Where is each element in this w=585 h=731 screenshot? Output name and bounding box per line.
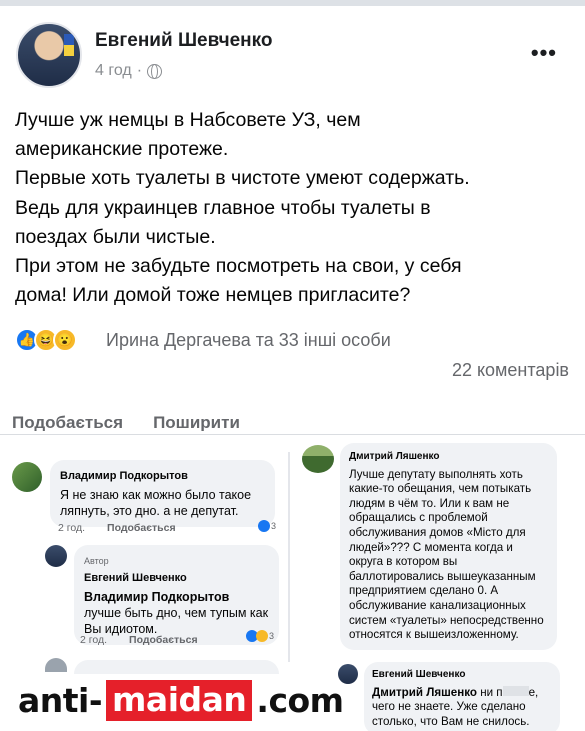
comment-meta: 2 год. Подобається bbox=[58, 522, 176, 534]
post-line: поездах были чистые. bbox=[15, 225, 216, 248]
comment-author[interactable]: Евгений Шевченко bbox=[372, 668, 552, 683]
share-button[interactable]: Поширити bbox=[153, 413, 240, 431]
comment-like-button[interactable]: Подобається bbox=[107, 522, 176, 534]
post-line: американские протеже. bbox=[15, 138, 229, 161]
comment-author[interactable]: Дмитрий Ляшенко bbox=[349, 450, 548, 465]
commenter-avatar[interactable] bbox=[45, 658, 67, 672]
commenter-avatar[interactable] bbox=[302, 445, 334, 473]
commenter-avatar[interactable] bbox=[12, 462, 42, 492]
watermark-logo: anti-maidan .com bbox=[14, 676, 348, 724]
comment-mention[interactable]: Дмитрий Ляшенко bbox=[372, 686, 477, 699]
comment-time[interactable]: 2 год. bbox=[80, 634, 107, 646]
reply-bubble: Евгений Шевченко Дмитрий Ляшенко ни п е, … bbox=[364, 662, 560, 731]
comment-text: Я не знаю как можно было такое ляпнуть, … bbox=[60, 488, 252, 518]
comment-mention[interactable]: Владимир Подкорытов bbox=[84, 590, 229, 604]
post-author[interactable]: Евгений Шевченко bbox=[95, 30, 273, 52]
post-meta: 4 год · bbox=[95, 62, 163, 80]
divider bbox=[0, 434, 585, 435]
post-line: дома! Или домой тоже немцев пригласите? bbox=[15, 284, 411, 307]
like-reaction-icon bbox=[258, 520, 270, 532]
post-time[interactable]: 4 год bbox=[95, 62, 132, 80]
post-line: При этом не забудьте посмотреть на свои,… bbox=[15, 255, 462, 278]
comment-bubble: Владимир Подкорытов Я не знаю как можно … bbox=[50, 460, 275, 527]
comment-author[interactable]: Евгений Шевченко bbox=[84, 570, 269, 586]
angry-reaction-icon bbox=[256, 630, 268, 642]
comment-bubble: Дмитрий Ляшенко Лучше депутату выполнять… bbox=[340, 443, 557, 650]
comment-like-button[interactable]: Подобається bbox=[129, 634, 198, 646]
comment-time[interactable]: 2 год. bbox=[58, 522, 85, 534]
flag-pin bbox=[64, 34, 74, 56]
comment-meta: 2 год. Подобається bbox=[80, 634, 198, 646]
reactions-summary[interactable]: Ирина Дергачева та 33 інші особи bbox=[106, 330, 391, 351]
action-bar: Подобається Поширити bbox=[12, 413, 240, 431]
comment-bubble-cut bbox=[74, 660, 279, 674]
post-line: Лучше уж немцы в Набсовете УЗ, чем bbox=[15, 109, 361, 131]
author-reply-avatar[interactable] bbox=[45, 545, 67, 567]
comment-author[interactable]: Владимир Подкорытов bbox=[60, 468, 265, 484]
like-button[interactable]: Подобається bbox=[12, 413, 123, 431]
comment-text: Лучше депутату выполнять хоть какие-то о… bbox=[349, 467, 544, 642]
comment-text: лучше быть дно, чем тупым как Вы идиотом… bbox=[84, 606, 269, 636]
comments-count[interactable]: 22 коментарів bbox=[452, 360, 569, 381]
column-divider bbox=[288, 452, 290, 662]
reaction-icons[interactable]: 👍 😆 😮 bbox=[15, 328, 77, 352]
wow-reaction-icon: 😮 bbox=[53, 328, 77, 352]
redacted-area bbox=[502, 685, 529, 696]
globe-icon bbox=[147, 63, 163, 79]
more-options-button[interactable]: ••• bbox=[531, 40, 557, 66]
author-badge: Автор bbox=[84, 556, 109, 566]
post-line: Ведь для украинцев главное чтобы туалеты… bbox=[15, 196, 431, 219]
post-line: Первые хоть туалеты в чистоте умеют соде… bbox=[15, 167, 470, 190]
comment-reactions[interactable]: 3 bbox=[246, 630, 274, 642]
author-avatar[interactable] bbox=[16, 22, 82, 88]
top-bar bbox=[0, 0, 585, 6]
comment-reactions[interactable]: 3 bbox=[258, 520, 276, 532]
post-text: Лучше уж немцы в Набсовете УЗ, чем амери… bbox=[15, 106, 575, 310]
